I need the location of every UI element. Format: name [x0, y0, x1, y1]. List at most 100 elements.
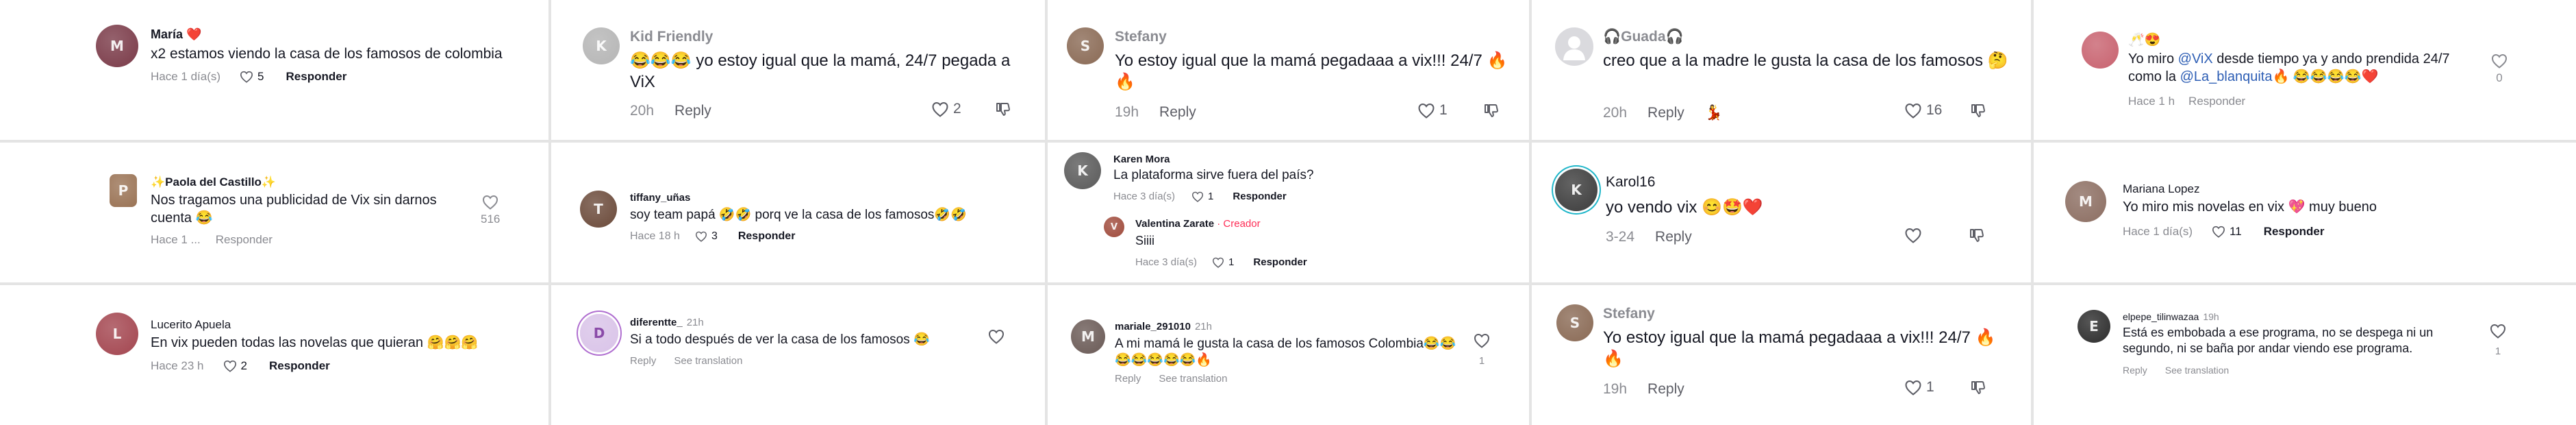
avatar[interactable]: L	[96, 313, 138, 355]
comment-username[interactable]: Mariana Lopez	[2123, 182, 2199, 196]
avatar[interactable]: K	[1064, 152, 1101, 189]
comment-username[interactable]: tiffany_uñas	[630, 192, 690, 204]
like-button[interactable]: 11	[2212, 225, 2242, 239]
comment-card-paola: P ✨Paola del Castillo✨ Nos tragamos una …	[0, 143, 548, 282]
comment-username[interactable]: ✨Paola del Castillo✨	[151, 175, 276, 189]
reply-button[interactable]: Responder	[1253, 256, 1306, 268]
like-count: 16	[1926, 102, 1943, 118]
like-button[interactable]: 1	[2490, 324, 2506, 357]
comment-username[interactable]: Stefany	[1115, 29, 1167, 45]
like-count: 0	[2496, 71, 2503, 84]
comment-text: Yo miro mis novelas en vix 💖 muy bueno	[2123, 199, 2377, 215]
reply-button[interactable]: Reply	[1115, 373, 1141, 385]
reply-button[interactable]: Reply	[674, 103, 711, 119]
reply-button[interactable]: Reply	[2123, 365, 2147, 376]
mention-link-la-blanquita[interactable]: @La_blanquita	[2180, 69, 2273, 84]
dislike-icon[interactable]	[1970, 380, 1986, 396]
comment-text: 😂😂😂 yo estoy igual que la mamá, 24/7 peg…	[630, 51, 1011, 91]
reply-button[interactable]: Reply	[630, 355, 656, 367]
avatar[interactable]: K	[583, 27, 620, 64]
dislike-icon[interactable]	[1970, 103, 1986, 119]
comment-meta: 20h Reply 💃	[1603, 104, 1723, 121]
avatar[interactable]: S	[1067, 27, 1104, 64]
reply-button[interactable]: Responder	[216, 233, 273, 247]
comment-username[interactable]: elpepe_tilinwazaa 19h	[2123, 311, 2219, 322]
avatar[interactable]	[2082, 32, 2119, 69]
comment-username[interactable]: mariale_291010 21h	[1115, 321, 1212, 332]
like-button[interactable]: 1	[1474, 333, 1490, 367]
comment-username[interactable]: Valentina Zarate · Creador	[1135, 218, 1261, 230]
dislike-icon[interactable]	[995, 101, 1011, 118]
comment-username[interactable]: diferentte_ 21h	[630, 317, 704, 328]
like-button[interactable]	[988, 329, 1005, 344]
comment-meta: Reply See translation	[630, 355, 742, 367]
avatar[interactable]: K	[1555, 169, 1598, 211]
reply-button[interactable]: Responder	[269, 359, 330, 373]
reply-button[interactable]: Responder	[2264, 225, 2325, 239]
comment-username[interactable]: 🥂😍	[2128, 32, 2160, 48]
like-count: 1	[2495, 345, 2501, 357]
like-button[interactable]: 1	[1212, 256, 1234, 268]
like-button[interactable]: 1	[1417, 102, 1448, 119]
like-button[interactable]: 2	[223, 359, 247, 373]
comment-username[interactable]: 🎧Guada🎧	[1603, 29, 1684, 45]
like-button[interactable]: 1	[1904, 379, 1934, 396]
avatar-initial: D	[593, 325, 605, 341]
reply-button[interactable]: Reply	[1647, 381, 1684, 398]
comment-time: Hace 23 h	[151, 359, 204, 372]
creator-badge: · Creador	[1214, 218, 1261, 230]
avatar[interactable]: E	[2078, 310, 2110, 343]
reply-button[interactable]: Responder	[2188, 95, 2245, 108]
comment-username-text[interactable]: elpepe_tilinwazaa	[2123, 311, 2199, 322]
like-button[interactable]: 2	[931, 101, 961, 117]
like-button[interactable]: 16	[1904, 102, 1942, 119]
mention-link-vix[interactable]: @ViX	[2178, 51, 2213, 66]
comment-username[interactable]: Karen Mora	[1113, 154, 1170, 165]
comment-time: 20h	[630, 103, 655, 119]
like-button[interactable]: 3	[695, 230, 718, 243]
comment-username[interactable]: Karol16	[1606, 174, 1655, 191]
like-button[interactable]: 1	[1191, 191, 1213, 202]
comment-username[interactable]: María ❤️	[151, 27, 201, 42]
comment-text: La plataforma sirve fuera del país?	[1113, 168, 1314, 182]
reply-button[interactable]: Reply	[1655, 229, 1692, 245]
see-translation-link[interactable]: See translation	[1159, 373, 1227, 385]
comment-time: 20h	[1603, 104, 1628, 121]
heart-icon	[1474, 333, 1490, 348]
reply-button[interactable]: Reply	[1159, 104, 1196, 121]
avatar[interactable]: P	[110, 174, 137, 207]
avatar[interactable]: V	[1104, 217, 1124, 237]
default-avatar-icon[interactable]	[1555, 27, 1593, 66]
like-button[interactable]: 0	[2491, 53, 2508, 85]
like-count: 1	[1478, 355, 1485, 367]
reply-button[interactable]: Responder	[738, 230, 796, 243]
reply-button[interactable]: Responder	[1233, 191, 1286, 202]
avatar[interactable]: T	[580, 191, 617, 228]
reply-button[interactable]: Reply	[1647, 105, 1684, 121]
like-button[interactable]: 5	[240, 70, 264, 84]
comment-card-maria: M María ❤️ x2 estamos viendo la casa de …	[0, 0, 548, 140]
dislike-icon[interactable]	[1483, 103, 1500, 119]
comment-username-text[interactable]: diferentte_	[630, 317, 683, 328]
see-translation-link[interactable]: See translation	[674, 355, 742, 367]
heart-icon	[482, 195, 498, 210]
avatar[interactable]: M	[1071, 319, 1105, 354]
see-translation-link[interactable]: See translation	[2165, 365, 2229, 376]
comment-username[interactable]: Lucerito Apuela	[151, 318, 231, 332]
like-count: 2	[953, 101, 961, 117]
comment-username-text[interactable]: mariale_291010	[1115, 321, 1191, 332]
comment-meta: Hace 23 h 2 Responder	[151, 359, 330, 373]
avatar[interactable]: M	[96, 25, 138, 67]
avatar[interactable]: D	[580, 314, 618, 352]
avatar[interactable]: S	[1556, 304, 1593, 341]
dislike-icon[interactable]	[1969, 228, 1985, 244]
comment-username[interactable]: Stefany	[1603, 306, 1655, 322]
like-button[interactable]	[1904, 228, 1922, 243]
reply-username[interactable]: Valentina Zarate	[1135, 218, 1214, 230]
comment-text: En vix pueden todas las novelas que quie…	[151, 335, 479, 350]
avatar[interactable]: M	[2065, 181, 2106, 222]
like-button[interactable]: 516	[481, 195, 500, 226]
comment-username[interactable]: Kid Friendly	[630, 29, 713, 45]
reply-button[interactable]: Responder	[286, 70, 347, 84]
comment-meta: Reply See translation	[2123, 365, 2229, 376]
